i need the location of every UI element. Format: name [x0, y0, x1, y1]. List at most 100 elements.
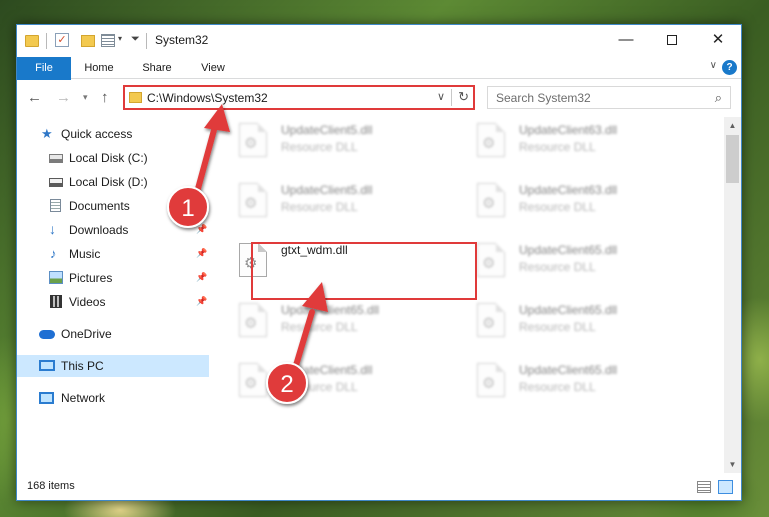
close-button[interactable]: ✕ [695, 25, 741, 55]
file-name: UpdateClient5.dll [281, 183, 373, 197]
dll-file-icon: ⚙ [477, 303, 505, 337]
large-icons-view-icon[interactable] [718, 480, 733, 494]
title-bar: ✓ ▾ ⏷ System32 — ✕ [17, 25, 741, 57]
sidebar-item-label: Pictures [69, 271, 113, 285]
address-path[interactable]: C:\Windows\System32 [147, 91, 268, 105]
gear-icon: ⚙ [482, 255, 496, 272]
file-item[interactable]: ⚙ UpdateClient63.dll Resource DLL [471, 177, 701, 225]
sidebar-item-pictures[interactable]: Pictures 📌 [17, 267, 209, 289]
up-arrow-icon[interactable]: ↑ [101, 89, 109, 106]
maximize-button[interactable] [649, 25, 695, 55]
gear-icon: ⚙ [244, 195, 258, 212]
file-type: Resource DLL [519, 200, 596, 214]
back-arrow-icon[interactable]: ← [27, 89, 42, 106]
dll-file-icon: ⚙ [477, 183, 505, 217]
dll-file-icon: ⚙ [239, 363, 267, 397]
search-placeholder: Search System32 [496, 91, 591, 105]
file-name: UpdateClient65.dll [519, 303, 618, 317]
toolbar-separator [46, 33, 47, 49]
properties-icon[interactable] [101, 34, 115, 47]
sidebar-item-quick-access[interactable]: ★ Quick access [17, 123, 209, 145]
sidebar-item-videos[interactable]: Videos 📌 [17, 291, 209, 313]
address-history-chevron-icon[interactable]: ∨ [437, 90, 445, 103]
pin-icon[interactable]: 📌 [196, 296, 207, 307]
scrollbar-thumb[interactable] [726, 135, 739, 183]
dll-file-icon: ⚙ [239, 123, 267, 157]
expand-ribbon-chevron-icon[interactable]: ∨ [710, 60, 717, 71]
pin-icon[interactable]: 📌 [196, 272, 207, 283]
file-item[interactable]: ⚙ UpdateClient65.dll Resource DLL [233, 297, 463, 345]
minimize-button[interactable]: — [603, 25, 649, 55]
address-bar[interactable]: C:\Windows\System32 ∨ ↻ [123, 85, 475, 110]
pin-icon[interactable]: 📌 [196, 200, 207, 211]
sidebar-item-documents[interactable]: Documents 📌 [17, 195, 209, 217]
folder-icon [25, 35, 39, 47]
tab-home[interactable]: Home [79, 57, 119, 79]
gear-icon: ⚙ [482, 315, 496, 332]
file-item[interactable]: ⚙ UpdateClient65.dll Resource DLL [471, 357, 701, 405]
sidebar-item-label: Network [61, 391, 106, 405]
sidebar-item-local-disk-d[interactable]: Local Disk (D:) [17, 171, 209, 193]
sidebar-item-onedrive[interactable]: OneDrive [17, 323, 209, 345]
sidebar-item-label: Documents [69, 199, 130, 213]
dll-file-icon: ⚙ [477, 243, 505, 277]
navigation-pane: ★ Quick access Local Disk (C:) Local Dis… [17, 117, 211, 473]
dll-file-icon: ⚙ [239, 303, 267, 337]
file-name: UpdateClient65.dll [281, 303, 380, 317]
file-item[interactable]: ⚙ UpdateClient5.dll Resource DLL [233, 117, 463, 165]
file-item[interactable]: ⚙ UpdateClient5.dll Resource DLL [233, 357, 463, 405]
file-type: Resource DLL [281, 140, 358, 154]
file-name: UpdateClient63.dll [519, 123, 618, 137]
file-name: UpdateClient5.dll [281, 363, 373, 377]
forward-arrow-icon[interactable]: → [56, 89, 71, 106]
file-item[interactable]: ⚙ UpdateClient63.dll Resource DLL [471, 117, 701, 165]
quick-access-dropdown-icon[interactable]: ▾ [118, 34, 122, 50]
file-type: Resource DLL [519, 320, 596, 334]
file-name: UpdateClient65.dll [519, 363, 618, 377]
search-icon[interactable]: ⌕ [715, 90, 722, 106]
file-type: Resource DLL [281, 380, 358, 394]
properties-check-icon[interactable]: ✓ [55, 33, 69, 47]
gear-icon: ⚙ [244, 135, 258, 152]
gear-icon: ⚙ [482, 195, 496, 212]
search-input[interactable]: Search System32 ⌕ [487, 86, 731, 109]
sidebar-item-label: This PC [61, 359, 104, 373]
sidebar-item-downloads[interactable]: ↓ Downloads 📌 [17, 219, 209, 241]
file-item[interactable]: ⚙ UpdateClient65.dll Resource DLL [471, 237, 701, 285]
details-view-icon[interactable] [697, 481, 711, 493]
tab-view[interactable]: View [193, 57, 233, 79]
sidebar-item-this-pc[interactable]: This PC [17, 355, 209, 377]
file-item[interactable]: ⚙ UpdateClient5.dll Resource DLL [233, 177, 463, 225]
file-type: Resource DLL [519, 260, 596, 274]
scroll-up-icon[interactable]: ▲ [724, 117, 741, 134]
refresh-icon[interactable]: ↻ [458, 89, 469, 105]
scroll-down-icon[interactable]: ▼ [724, 456, 741, 473]
file-item[interactable]: ⚙ UpdateClient65.dll Resource DLL [471, 297, 701, 345]
documents-icon [50, 199, 61, 212]
pin-icon[interactable]: 📌 [196, 224, 207, 235]
file-highlight-box [251, 242, 477, 300]
tab-share[interactable]: Share [137, 57, 177, 79]
sidebar-item-local-disk-c[interactable]: Local Disk (C:) [17, 147, 209, 169]
sidebar-item-music[interactable]: ♪ Music 📌 [17, 243, 209, 265]
help-icon[interactable]: ? [722, 60, 737, 75]
vertical-scrollbar[interactable]: ▲ ▼ [724, 117, 741, 473]
sidebar-item-network[interactable]: Network [17, 387, 209, 409]
customize-toolbar-icon[interactable]: ⏷ [131, 33, 140, 49]
pin-icon[interactable]: 📌 [196, 248, 207, 259]
music-icon: ♪ [50, 246, 57, 261]
dll-file-icon: ⚙ [477, 123, 505, 157]
sidebar-item-label: Quick access [61, 127, 133, 141]
sidebar-item-label: Music [69, 247, 101, 261]
file-list: ⚙ UpdateClient5.dll Resource DLL ⚙ Updat… [233, 117, 727, 473]
file-type: Resource DLL [281, 200, 358, 214]
sidebar-item-label: Downloads [69, 223, 129, 237]
recent-locations-chevron-icon[interactable]: ▾ [83, 92, 88, 103]
gear-icon: ⚙ [244, 375, 258, 392]
item-count: 168 items [27, 480, 75, 492]
this-pc-icon [39, 360, 55, 371]
local-disk-icon [49, 178, 63, 187]
navigation-bar: ← → ▾ ↑ C:\Windows\System32 ∨ ↻ Search S… [17, 80, 741, 116]
new-folder-icon[interactable] [81, 35, 95, 47]
sidebar-item-label: Videos [69, 295, 106, 309]
